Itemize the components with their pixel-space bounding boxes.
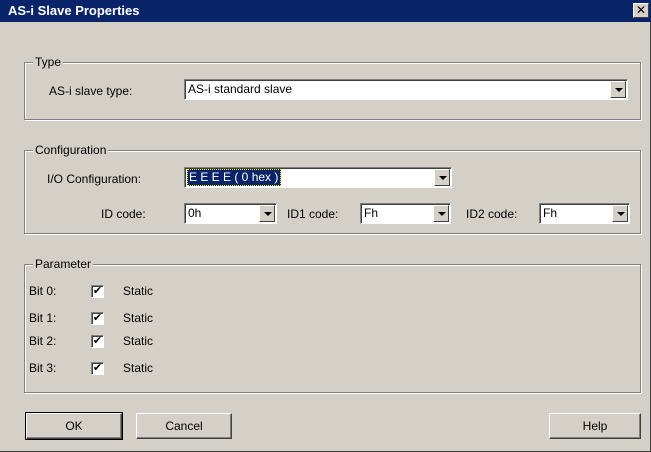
help-button[interactable]: Help xyxy=(549,413,641,439)
bit-1-checkbox[interactable]: ✔ xyxy=(91,312,104,325)
id1-code-label: ID1 code: xyxy=(287,207,339,221)
io-configuration-value: E E E E ( 0 hex ) xyxy=(187,169,282,186)
configuration-group: Configuration I/O Configuration: E E E E… xyxy=(24,143,641,234)
bit-0-checkbox[interactable]: ✔ xyxy=(91,285,104,298)
chevron-down-icon[interactable] xyxy=(433,205,449,222)
bit-3-checkbox[interactable]: ✔ xyxy=(91,362,104,375)
bit-0-label: Bit 0: xyxy=(29,284,57,298)
slave-type-select[interactable]: AS-i standard slave xyxy=(184,79,628,100)
parameter-group: Parameter Bit 0: ✔ Static Bit 1: ✔ Stati… xyxy=(24,257,641,393)
configuration-group-legend: Configuration xyxy=(33,143,109,157)
id-code-label: ID code: xyxy=(101,207,146,221)
slave-type-value: AS-i standard slave xyxy=(188,82,293,96)
io-configuration-select[interactable]: E E E E ( 0 hex ) xyxy=(184,167,452,188)
id2-code-select[interactable]: Fh xyxy=(539,203,630,224)
parameter-group-legend: Parameter xyxy=(33,257,94,271)
chevron-down-icon[interactable] xyxy=(434,169,450,186)
id-code-select[interactable]: 0h xyxy=(184,203,277,224)
io-configuration-label: I/O Configuration: xyxy=(47,172,142,186)
bit-2-label: Bit 2: xyxy=(29,334,57,348)
id-code-value: 0h xyxy=(188,206,202,220)
window-title: AS-i Slave Properties xyxy=(8,3,140,18)
bit-3-status: Static xyxy=(123,361,154,375)
chevron-down-icon[interactable] xyxy=(610,81,626,98)
type-group-legend: Type xyxy=(33,55,64,69)
bit-2-status: Static xyxy=(123,334,154,348)
type-group: Type AS-i slave type: AS-i standard slav… xyxy=(24,55,641,120)
ok-button[interactable]: OK xyxy=(25,412,123,440)
chevron-down-icon[interactable] xyxy=(259,205,275,222)
as-i-slave-properties-dialog: AS-i Slave Properties ✕ Type AS-i slave … xyxy=(0,0,651,452)
id2-code-label: ID2 code: xyxy=(466,207,518,221)
id1-code-value: Fh xyxy=(364,206,379,220)
bit-1-status: Static xyxy=(123,311,154,325)
chevron-down-icon[interactable] xyxy=(612,205,628,222)
id2-code-value: Fh xyxy=(543,206,558,220)
bit-0-status: Static xyxy=(123,284,154,298)
bit-3-label: Bit 3: xyxy=(29,361,57,375)
id1-code-select[interactable]: Fh xyxy=(360,203,451,224)
bit-2-checkbox[interactable]: ✔ xyxy=(91,335,104,348)
close-icon[interactable]: ✕ xyxy=(633,3,649,18)
cancel-button[interactable]: Cancel xyxy=(136,413,232,439)
title-bar: AS-i Slave Properties ✕ xyxy=(0,0,651,22)
bit-1-label: Bit 1: xyxy=(29,311,57,325)
slave-type-label: AS-i slave type: xyxy=(49,84,133,98)
